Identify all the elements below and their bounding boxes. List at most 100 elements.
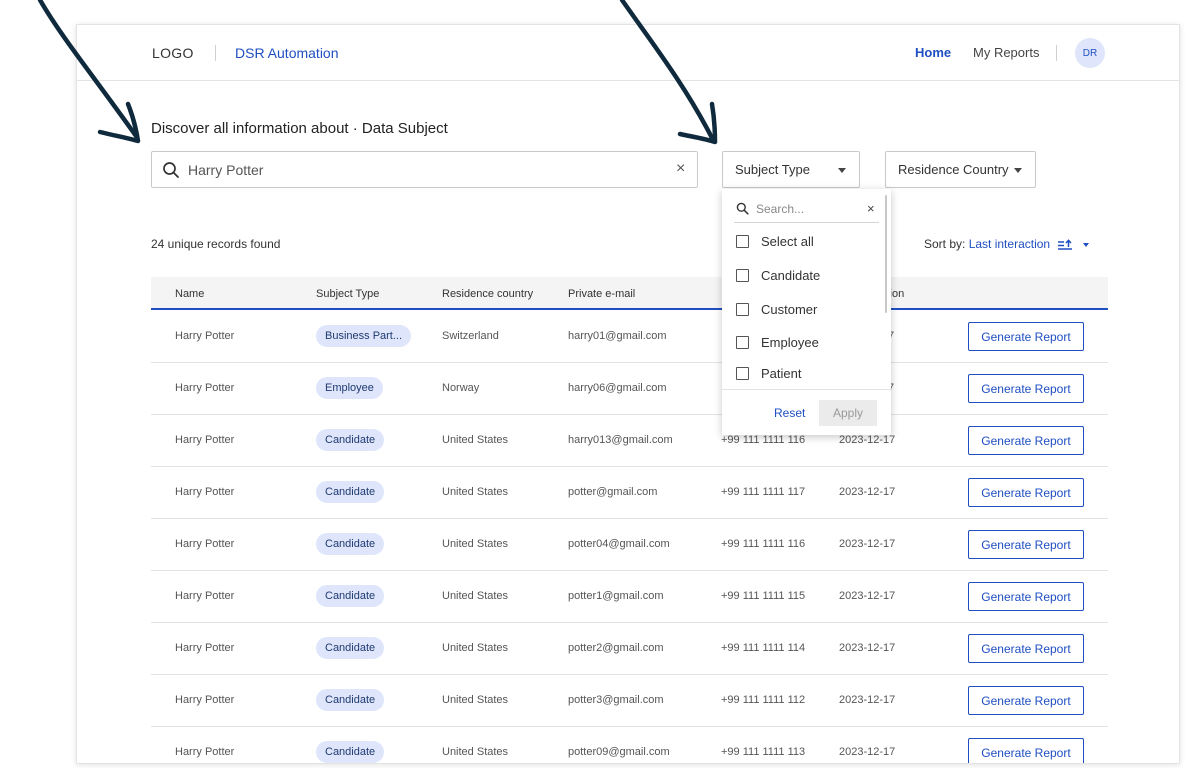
top-header: LOGO DSR Automation Home My Reports DR xyxy=(77,25,1179,81)
subject-type-dropdown[interactable]: Subject Type xyxy=(722,151,860,188)
sort-control[interactable]: Sort by: Last interaction xyxy=(924,237,1089,251)
cell-date: 2023-12-17 xyxy=(839,590,896,602)
logo: LOGO xyxy=(152,45,194,61)
table-row: Harry Potter Candidate United States pot… xyxy=(151,675,1108,727)
sort-value[interactable]: Last interaction xyxy=(969,237,1050,251)
header-divider xyxy=(215,45,216,61)
sort-label: Sort by: xyxy=(924,237,966,251)
cell-email: potter04@gmail.com xyxy=(568,538,670,550)
checkbox-icon[interactable] xyxy=(736,336,749,349)
cell-email: potter3@gmail.com xyxy=(568,694,664,706)
generate-report-button[interactable]: Generate Report xyxy=(968,322,1084,351)
table-row: Harry Potter Employee Norway harry06@gma… xyxy=(151,363,1108,415)
column-header-private-email[interactable]: Private e-mail xyxy=(568,288,635,300)
generate-report-button[interactable]: Generate Report xyxy=(968,634,1084,663)
option-label: Candidate xyxy=(761,268,821,283)
cell-phone: +99 111 1111 113 xyxy=(721,746,806,758)
caret-down-icon xyxy=(838,168,846,173)
cell-country: United States xyxy=(442,486,509,498)
option-label: Customer xyxy=(761,302,818,317)
nav-divider xyxy=(1056,45,1057,61)
subject-type-badge: Business Part... xyxy=(316,325,412,347)
cell-name: Harry Potter xyxy=(175,382,235,394)
cell-phone: +99 111 1111 114 xyxy=(721,642,806,654)
column-header-name[interactable]: Name xyxy=(175,288,204,300)
search-icon xyxy=(163,162,179,178)
nav-my-reports-link[interactable]: My Reports xyxy=(973,45,1039,60)
generate-report-button[interactable]: Generate Report xyxy=(968,478,1084,507)
cell-date: 2023-12-17 xyxy=(839,694,896,706)
checkbox-icon[interactable] xyxy=(736,235,749,248)
generate-report-button[interactable]: Generate Report xyxy=(968,686,1084,715)
subject-type-badge: Candidate xyxy=(316,689,385,711)
cell-country: United States xyxy=(442,538,509,550)
cell-phone: +99 111 1111 112 xyxy=(721,694,806,706)
cell-email: harry01@gmail.com xyxy=(568,330,667,342)
option-label: Select all xyxy=(761,234,814,249)
nav-home-link[interactable]: Home xyxy=(915,45,951,60)
cell-email: potter09@gmail.com xyxy=(568,746,670,758)
cell-country: United States xyxy=(442,434,509,446)
app-title[interactable]: DSR Automation xyxy=(235,45,339,61)
reset-button[interactable]: Reset xyxy=(774,406,805,420)
cell-name: Harry Potter xyxy=(175,642,235,654)
column-header-subject-type[interactable]: Subject Type xyxy=(316,288,379,300)
dropdown-scrollbar[interactable] xyxy=(885,195,887,313)
checkbox-icon[interactable] xyxy=(736,367,749,380)
subject-type-dropdown-menu: × Select all Candidate Customer Employee xyxy=(722,189,891,435)
cell-date: 2023-12-17 xyxy=(839,642,896,654)
cell-name: Harry Potter xyxy=(175,330,235,342)
search-input[interactable] xyxy=(188,159,648,181)
cell-phone: +99 111 1111 117 xyxy=(721,486,806,498)
cell-phone: +99 111 1111 116 xyxy=(721,538,806,550)
cell-country: United States xyxy=(442,642,509,654)
subject-type-badge: Candidate xyxy=(316,481,385,503)
cell-name: Harry Potter xyxy=(175,746,235,758)
table-row: Harry Potter Candidate United States pot… xyxy=(151,467,1108,519)
subject-type-badge: Candidate xyxy=(316,741,385,763)
search-icon xyxy=(736,202,749,215)
column-header-residence-country[interactable]: Residence country xyxy=(442,288,533,300)
sort-icon[interactable] xyxy=(1057,239,1073,251)
generate-report-button[interactable]: Generate Report xyxy=(968,426,1084,455)
table-row: Harry Potter Candidate United States pot… xyxy=(151,519,1108,571)
avatar[interactable]: DR xyxy=(1075,38,1105,68)
cell-name: Harry Potter xyxy=(175,590,235,602)
subject-type-badge: Employee xyxy=(316,377,383,399)
cell-date: 2023-12-17 xyxy=(839,746,896,758)
subject-type-label: Subject Type xyxy=(735,162,810,177)
search-box[interactable]: × xyxy=(151,151,698,188)
apply-button[interactable]: Apply xyxy=(819,400,877,426)
records-count: 24 unique records found xyxy=(151,237,281,251)
cell-country: United States xyxy=(442,694,509,706)
checkbox-icon[interactable] xyxy=(736,269,749,282)
checkbox-icon[interactable] xyxy=(736,303,749,316)
cell-country: Switzerland xyxy=(442,330,499,342)
cell-name: Harry Potter xyxy=(175,694,235,706)
subject-type-badge: Candidate xyxy=(316,637,385,659)
residence-country-dropdown[interactable]: Residence Country xyxy=(885,151,1036,188)
generate-report-button[interactable]: Generate Report xyxy=(968,738,1084,763)
option-label: Patient xyxy=(761,366,802,381)
close-icon[interactable]: × xyxy=(867,201,875,216)
option-label: Employee xyxy=(761,335,819,350)
cell-email: potter@gmail.com xyxy=(568,486,658,498)
stage: LOGO DSR Automation Home My Reports DR D… xyxy=(0,0,1185,768)
subject-type-badge: Candidate xyxy=(316,533,385,555)
dropdown-search-input[interactable] xyxy=(756,200,856,218)
app-window: LOGO DSR Automation Home My Reports DR D… xyxy=(76,24,1180,764)
generate-report-button[interactable]: Generate Report xyxy=(968,530,1084,559)
cell-country: United States xyxy=(442,590,509,602)
table-header: Name Subject Type Residence country Priv… xyxy=(151,277,1108,310)
cell-name: Harry Potter xyxy=(175,486,235,498)
cell-phone: +99 111 1111 115 xyxy=(721,590,806,602)
generate-report-button[interactable]: Generate Report xyxy=(968,582,1084,611)
residence-country-label: Residence Country xyxy=(898,162,1009,177)
table-row: Harry Potter Candidate United States pot… xyxy=(151,727,1108,763)
generate-report-button[interactable]: Generate Report xyxy=(968,374,1084,403)
dropdown-footer: Reset Apply xyxy=(722,389,891,435)
chevron-down-icon[interactable] xyxy=(1082,242,1089,247)
dropdown-search[interactable]: × xyxy=(734,197,879,223)
caret-down-icon xyxy=(1014,168,1022,173)
close-icon[interactable]: × xyxy=(676,160,685,178)
